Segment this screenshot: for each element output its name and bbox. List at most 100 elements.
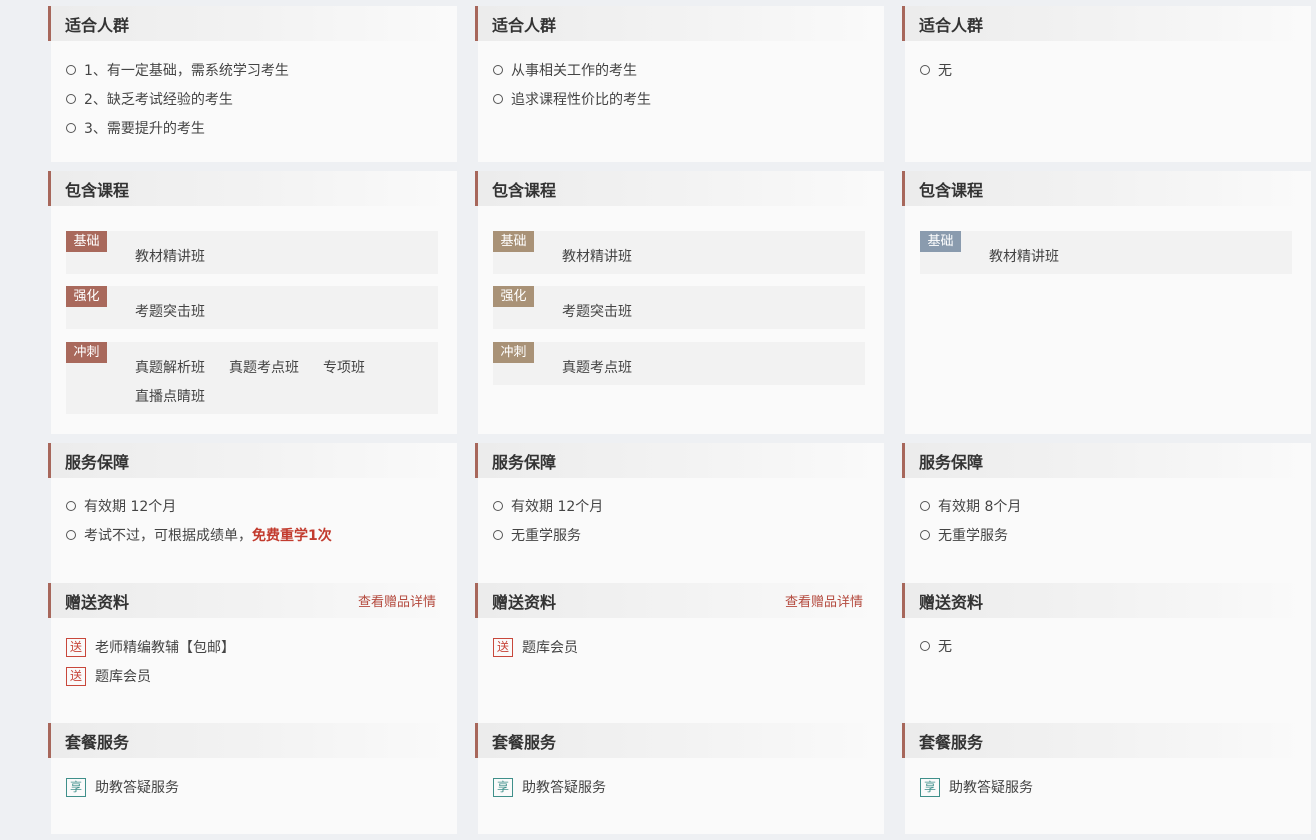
section-header: 包含课程 <box>902 171 1308 206</box>
package-service-item: 享助教答疑服务 <box>920 777 1033 797</box>
section-title: 包含课程 <box>919 180 984 200</box>
list-item: 考试不过，可根据成绩单， 免费重学1次 <box>66 525 332 545</box>
section-header: 套餐服务 <box>48 723 454 758</box>
section-title: 套餐服务 <box>65 732 130 752</box>
course-row: 强化 考题突击班 <box>66 286 438 329</box>
course-item[interactable]: 真题考点班 <box>229 354 299 383</box>
section-title: 套餐服务 <box>919 732 984 752</box>
courses-card: 包含课程 基础 教材精讲班 强化 考题突击班 冲刺 真题考点班 <box>475 171 884 434</box>
section-header: 套餐服务 <box>902 723 1308 758</box>
list-item: 追求课程性价比的考生 <box>493 89 651 109</box>
service-card: 服务保障 有效期 12个月 无重学服务 赠送资料 查看赠品详情 送题库会员 套餐… <box>475 443 884 834</box>
list-item: 从事相关工作的考生 <box>493 60 637 80</box>
course-item[interactable]: 考题突击班 <box>135 298 205 327</box>
view-gift-details-link[interactable]: 查看赠品详情 <box>785 591 863 610</box>
section-header: 服务保障 <box>48 443 454 478</box>
course-item[interactable]: 教材精讲班 <box>989 243 1059 272</box>
list-item: 2、缺乏考试经验的考生 <box>66 89 233 109</box>
gift-badge-icon: 送 <box>66 666 86 686</box>
list-item: 无重学服务 <box>920 525 1008 545</box>
courses-card: 包含课程 基础 教材精讲班 强化 考题突击班 冲刺 真题解析班 真题考点班 专项班直… <box>48 171 457 434</box>
service-card: 服务保障 有效期 12个月 考试不过，可根据成绩单， 免费重学1次 赠送资料 查看… <box>48 443 457 834</box>
section-title: 套餐服务 <box>492 732 557 752</box>
section-header: 服务保障 <box>902 443 1308 478</box>
gift-badge-icon: 送 <box>493 637 513 657</box>
gift-item: 送题库会员 <box>66 666 151 686</box>
circle-bullet-icon <box>920 501 930 511</box>
share-badge-icon: 享 <box>493 777 513 797</box>
section-header: 适合人群 <box>48 6 454 41</box>
audience-card: 适合人群 1、有一定基础，需系统学习考生 2、缺乏考试经验的考生 3、需要提升的… <box>48 6 457 162</box>
section-header: 适合人群 <box>475 6 881 41</box>
gift-badge-icon: 送 <box>66 637 86 657</box>
section-title: 服务保障 <box>65 452 130 472</box>
section-title: 服务保障 <box>919 452 984 472</box>
section-header: 套餐服务 <box>475 723 881 758</box>
course-row: 基础 教材精讲班 <box>66 231 438 274</box>
course-level-tag: 强化 <box>66 286 107 307</box>
list-item: 无 <box>920 60 952 80</box>
course-item[interactable]: 考题突击班 <box>562 298 632 327</box>
course-item[interactable]: 真题考点班 <box>562 354 632 383</box>
section-header: 服务保障 <box>475 443 881 478</box>
course-level-tag: 基础 <box>493 231 534 252</box>
circle-bullet-icon <box>493 65 503 75</box>
course-level-tag: 基础 <box>66 231 107 252</box>
share-badge-icon: 享 <box>920 777 940 797</box>
circle-bullet-icon <box>493 94 503 104</box>
courses-card: 包含课程 基础 教材精讲班 <box>902 171 1311 434</box>
course-item[interactable]: 直播点睛班 <box>135 383 205 412</box>
course-item[interactable]: 真题解析班 <box>135 354 205 383</box>
course-row: 冲刺 真题考点班 <box>493 342 865 385</box>
view-gift-details-link[interactable]: 查看赠品详情 <box>358 591 436 610</box>
package-service-item: 享助教答疑服务 <box>66 777 179 797</box>
section-title: 赠送资料 <box>919 592 984 612</box>
course-row: 强化 考题突击班 <box>493 286 865 329</box>
circle-bullet-icon <box>66 501 76 511</box>
section-header: 包含课程 <box>475 171 881 206</box>
gift-item: 送老师精编教辅【包邮】 <box>66 637 235 657</box>
course-item[interactable]: 教材精讲班 <box>135 243 205 272</box>
list-item: 3、需要提升的考生 <box>66 118 205 138</box>
list-item: 无 <box>920 636 952 656</box>
package-service-item: 享助教答疑服务 <box>493 777 606 797</box>
service-card: 服务保障 有效期 8个月 无重学服务 赠送资料 无 套餐服务 享助教答疑服务 <box>902 443 1311 834</box>
plan-column-2: 适合人群 从事相关工作的考生 追求课程性价比的考生 包含课程 基础 教材精讲班 … <box>475 0 884 840</box>
course-level-tag: 冲刺 <box>66 342 107 363</box>
section-title: 适合人群 <box>919 15 984 35</box>
share-badge-icon: 享 <box>66 777 86 797</box>
circle-bullet-icon <box>66 123 76 133</box>
course-item[interactable]: 专项班 <box>323 354 365 383</box>
section-title: 包含课程 <box>492 180 557 200</box>
circle-bullet-icon <box>920 530 930 540</box>
section-title: 适合人群 <box>492 15 557 35</box>
circle-bullet-icon <box>920 641 930 651</box>
course-row: 基础 教材精讲班 <box>920 231 1292 274</box>
course-level-tag: 基础 <box>920 231 961 252</box>
section-title: 适合人群 <box>65 15 130 35</box>
list-item: 1、有一定基础，需系统学习考生 <box>66 60 289 80</box>
section-title: 赠送资料 <box>492 592 557 612</box>
circle-bullet-icon <box>920 65 930 75</box>
section-header: 赠送资料 查看赠品详情 <box>48 583 454 618</box>
section-title: 服务保障 <box>492 452 557 472</box>
free-retake-highlight: 免费重学1次 <box>252 528 332 544</box>
section-title: 赠送资料 <box>65 592 130 612</box>
list-item: 有效期 12个月 <box>493 496 603 516</box>
circle-bullet-icon <box>493 501 503 511</box>
circle-bullet-icon <box>493 530 503 540</box>
circle-bullet-icon <box>66 65 76 75</box>
section-header: 赠送资料 查看赠品详情 <box>475 583 881 618</box>
section-title: 包含课程 <box>65 180 130 200</box>
circle-bullet-icon <box>66 530 76 540</box>
list-item: 无重学服务 <box>493 525 581 545</box>
course-row: 冲刺 真题解析班 真题考点班 专项班直播点睛班 <box>66 342 438 414</box>
course-row: 基础 教材精讲班 <box>493 231 865 274</box>
audience-card: 适合人群 无 <box>902 6 1311 162</box>
section-header: 赠送资料 <box>902 583 1308 618</box>
course-item[interactable]: 教材精讲班 <box>562 243 632 272</box>
list-item: 有效期 8个月 <box>920 496 1021 516</box>
course-level-tag: 强化 <box>493 286 534 307</box>
list-item: 有效期 12个月 <box>66 496 176 516</box>
plan-column-3: 适合人群 无 包含课程 基础 教材精讲班 服务保障 有效期 8个月 无重学服务 … <box>902 0 1311 840</box>
